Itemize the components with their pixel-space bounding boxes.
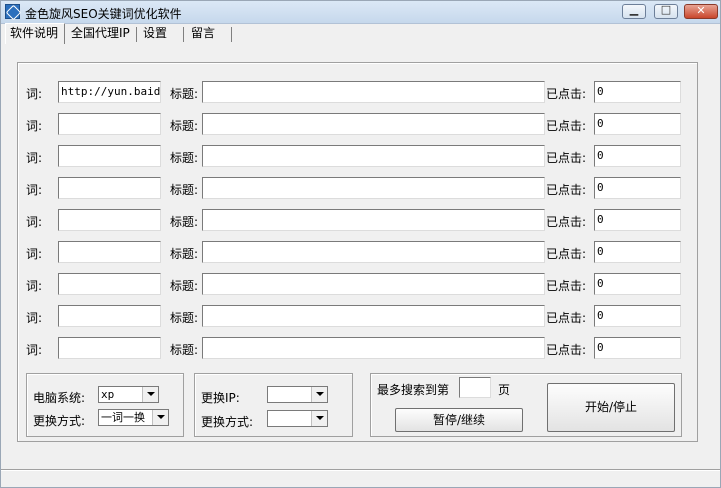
clicks-input[interactable]: 0 (594, 337, 681, 359)
os-mode-select[interactable]: 一词一换 (98, 409, 169, 426)
title-input[interactable] (202, 337, 545, 359)
title-label: 标题: (170, 215, 199, 229)
keyword-input[interactable] (58, 113, 161, 135)
os-select[interactable]: xp (98, 386, 159, 403)
title-input[interactable] (202, 81, 545, 103)
keyword-input[interactable] (58, 337, 161, 359)
clicks-input[interactable]: 0 (594, 145, 681, 167)
ip-group: 更换IP: 更换方式: (194, 373, 353, 437)
tab-proxy-ip[interactable]: 全国代理IP (67, 24, 137, 43)
clicks-input[interactable]: 0 (594, 209, 681, 231)
keyword-label: 词: (26, 343, 43, 357)
title-label: 标题: (170, 247, 199, 261)
ip-select[interactable] (267, 386, 328, 403)
max-search-label: 最多搜索到第 (377, 383, 450, 397)
clicks-input[interactable]: 0 (594, 177, 681, 199)
chevron-down-icon (142, 387, 158, 402)
clicks-input[interactable]: 0 (594, 81, 681, 103)
title-input[interactable] (202, 145, 545, 167)
chevron-down-icon (152, 410, 168, 425)
clicks-label: 已点击: (546, 183, 587, 197)
os-label: 电脑系统: (33, 391, 86, 405)
chevron-down-icon (311, 387, 327, 402)
title-input[interactable] (202, 177, 545, 199)
clicks-input[interactable]: 0 (594, 273, 681, 295)
close-icon: ✕ (696, 4, 706, 17)
title-input[interactable] (202, 305, 545, 327)
status-bar (1, 469, 720, 488)
app-icon (5, 4, 20, 19)
clicks-label: 已点击: (546, 215, 587, 229)
minimize-button[interactable]: ▁ (622, 3, 646, 19)
clicks-input[interactable]: 0 (594, 241, 681, 263)
title-label: 标题: (170, 183, 199, 197)
title-input[interactable] (202, 241, 545, 263)
chevron-down-icon (311, 411, 327, 426)
clicks-label: 已点击: (546, 343, 587, 357)
tab-settings[interactable]: 设置 (139, 24, 183, 43)
clicks-label: 已点击: (546, 119, 587, 133)
title-label: 标题: (170, 279, 199, 293)
keyword-label: 词: (26, 247, 43, 261)
clicks-label: 已点击: (546, 311, 587, 325)
clicks-label: 已点击: (546, 247, 587, 261)
keyword-label: 词: (26, 183, 43, 197)
keyword-label: 词: (26, 151, 43, 165)
pause-resume-button[interactable]: 暂停/继续 (395, 408, 523, 432)
keyword-label: 词: (26, 279, 43, 293)
tab-divider (136, 27, 137, 42)
keyword-input[interactable] (58, 305, 161, 327)
window-title: 金色旋风SEO关键词优化软件 (25, 7, 182, 21)
tab-software-info[interactable]: 软件说明 (5, 23, 65, 44)
title-label: 标题: (170, 151, 199, 165)
title-label: 标题: (170, 119, 199, 133)
ip-mode-select[interactable] (267, 410, 328, 427)
keyword-input[interactable] (58, 241, 161, 263)
maximize-icon: □ (660, 3, 672, 16)
start-stop-button[interactable]: 开始/停止 (547, 383, 675, 432)
keyword-input[interactable] (58, 177, 161, 199)
title-label: 标题: (170, 343, 199, 357)
ip-mode-label: 更换方式: (201, 415, 254, 429)
system-group: 电脑系统: xp 更换方式: 一词一换 (26, 373, 184, 437)
title-input[interactable] (202, 209, 545, 231)
page-unit-label: 页 (498, 383, 511, 397)
tab-messages[interactable]: 留言 (187, 24, 231, 43)
keyword-label: 词: (26, 87, 43, 101)
clicks-input[interactable]: 0 (594, 305, 681, 327)
os-mode-select-value: 一词一换 (101, 411, 145, 424)
tab-divider (183, 27, 184, 42)
title-bar[interactable]: 金色旋风SEO关键词优化软件 ▁ □ ✕ (1, 1, 720, 24)
clicks-label: 已点击: (546, 279, 587, 293)
main-window: 金色旋风SEO关键词优化软件 ▁ □ ✕ 软件说明 全国代理IP 设置 留言 词… (0, 0, 721, 488)
max-page-input[interactable] (459, 377, 491, 398)
keyword-input[interactable] (58, 145, 161, 167)
maximize-button[interactable]: □ (654, 3, 678, 19)
close-button[interactable]: ✕ (684, 4, 718, 19)
clicks-label: 已点击: (546, 151, 587, 165)
title-label: 标题: (170, 311, 199, 325)
os-select-value: xp (101, 388, 115, 401)
keyword-label: 词: (26, 119, 43, 133)
keyword-label: 词: (26, 311, 43, 325)
minimize-icon: ▁ (629, 3, 639, 16)
title-label: 标题: (170, 87, 199, 101)
search-group: 最多搜索到第 页 暂停/继续 开始/停止 (370, 373, 682, 437)
keyword-input[interactable]: http://yun.baidu. (58, 81, 161, 103)
clicks-input[interactable]: 0 (594, 113, 681, 135)
keyword-label: 词: (26, 215, 43, 229)
keyword-input[interactable] (58, 209, 161, 231)
title-input[interactable] (202, 113, 545, 135)
ip-label: 更换IP: (201, 391, 240, 405)
title-input[interactable] (202, 273, 545, 295)
os-mode-label: 更换方式: (33, 414, 86, 428)
keyword-input[interactable] (58, 273, 161, 295)
clicks-label: 已点击: (546, 87, 587, 101)
tab-divider (231, 27, 232, 42)
